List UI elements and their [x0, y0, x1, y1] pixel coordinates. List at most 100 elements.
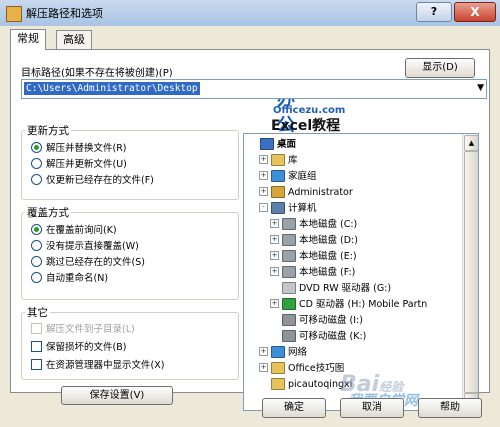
tree-item-label: DVD RW 驱动器 (G:)	[299, 283, 392, 294]
help-button[interactable]: 帮助	[418, 398, 482, 418]
tree-item[interactable]: + 本地磁盘 (E:)	[270, 249, 357, 265]
tree-item-label: 本地磁盘 (E:)	[299, 251, 357, 262]
tree-item[interactable]: 可移动磁盘 (K:)	[270, 329, 366, 345]
removable-drive-icon	[282, 313, 296, 326]
show-button[interactable]: 显示(D)	[405, 58, 475, 78]
radio-extract-update[interactable]: 解压并更新文件(U)	[31, 157, 127, 172]
removable-drive-icon	[282, 329, 296, 342]
option-label: 自动重命名(N)	[46, 273, 109, 284]
tree-item[interactable]: picautoqingxi	[259, 377, 352, 393]
title-bar: 解压路径和选项 ? X	[0, 0, 500, 27]
help-title-button[interactable]: ?	[416, 2, 452, 22]
scroll-thumb[interactable]	[464, 151, 478, 393]
desktop-icon	[260, 137, 274, 150]
tree-item[interactable]: 桌面	[248, 137, 296, 153]
cancel-button[interactable]: 取消	[340, 398, 404, 418]
close-window-button[interactable]: X	[454, 2, 496, 22]
expand-icon[interactable]: +	[259, 363, 268, 372]
scroll-up-icon[interactable]: ▲	[464, 135, 478, 151]
option-label: 在资源管理器中显示文件(X)	[46, 360, 165, 371]
collapse-icon[interactable]: -	[259, 203, 268, 212]
tree-item-label: 桌面	[277, 139, 297, 150]
tree-item-label: 计算机	[288, 203, 317, 214]
tree-item[interactable]: + CD 驱动器 (H:) Mobile Partn	[270, 297, 427, 313]
drive-icon	[282, 217, 296, 230]
general-panel: 办公族 Officezu.com Excel教程 目标路径(如果不存在将被创建)…	[10, 49, 490, 411]
radio-icon	[31, 174, 42, 185]
radio-auto-rename[interactable]: 自动重命名(N)	[31, 271, 108, 286]
window-title: 解压路径和选项	[26, 7, 103, 20]
overwrite-mode-title: 覆盖方式	[25, 205, 71, 220]
radio-extract-replace[interactable]: 解压并替换文件(R)	[31, 141, 127, 156]
save-settings-button[interactable]: 保存设置(V)	[61, 386, 173, 405]
tree-item-label: 网络	[288, 347, 308, 358]
tree-item[interactable]: DVD RW 驱动器 (G:)	[270, 281, 391, 297]
option-label: 仅更新已经存在的文件(F)	[46, 175, 154, 186]
checkbox-icon	[31, 323, 42, 334]
expand-icon[interactable]: +	[259, 155, 268, 164]
expand-icon[interactable]: +	[259, 347, 268, 356]
tree-item[interactable]: - 计算机	[259, 201, 317, 217]
tree-item-label: 本地磁盘 (C:)	[299, 219, 358, 230]
expand-icon[interactable]: +	[270, 235, 279, 244]
drive-icon	[282, 249, 296, 262]
tree-item[interactable]: + 网络	[259, 345, 307, 361]
logo-subtitle: Excel教程	[271, 118, 341, 134]
tree-item-label: Administrator	[288, 187, 353, 198]
tree-item[interactable]: + 本地磁盘 (D:)	[270, 233, 358, 249]
homegroup-icon	[271, 169, 285, 182]
target-path-input[interactable]: C:\Users\Administrator\Desktop ▼	[21, 79, 487, 99]
tree-item[interactable]: 可移动磁盘 (I:)	[270, 313, 363, 329]
tree-item[interactable]: + 本地磁盘 (C:)	[270, 217, 357, 233]
option-label: 跳过已经存在的文件(S)	[46, 257, 145, 268]
folder-tree[interactable]: 桌面 + 库 + 家庭组 + Administrator - 计算机 + 本地磁盘 (C:) + 本地磁…	[243, 133, 479, 411]
checkbox-keep-broken-files[interactable]: 保留损坏的文件(B)	[31, 340, 126, 355]
winrar-app-icon	[6, 6, 22, 22]
tree-item[interactable]: + 本地磁盘 (F:)	[270, 265, 355, 281]
target-path-value: C:\Users\Administrator\Desktop	[24, 82, 200, 95]
radio-icon	[31, 240, 42, 251]
tree-item[interactable]: + Administrator	[259, 185, 353, 201]
user-icon	[271, 185, 285, 198]
tree-item-label: 本地磁盘 (D:)	[299, 235, 358, 246]
dialog-body: 常规 高级 办公族 Officezu.com Excel教程 目标路径(如果不存…	[0, 26, 500, 427]
folder-icon	[271, 153, 285, 166]
tree-item-label: 家庭组	[288, 171, 317, 182]
computer-icon	[271, 201, 285, 214]
radio-overwrite-without-prompt[interactable]: 没有提示直接覆盖(W)	[31, 239, 139, 254]
ok-button[interactable]: 确定	[262, 398, 326, 418]
checkbox-icon	[31, 359, 42, 370]
misc-title: 其它	[25, 305, 50, 320]
tree-scrollbar[interactable]: ▲ ▼	[462, 134, 478, 410]
expand-icon[interactable]: +	[259, 187, 268, 196]
radio-selected-icon	[31, 142, 42, 153]
tree-item[interactable]: + 家庭组	[259, 169, 317, 185]
expand-icon[interactable]: +	[270, 251, 279, 260]
network-icon	[271, 345, 285, 358]
folder-icon	[271, 361, 285, 374]
tab-general[interactable]: 常规	[10, 29, 46, 50]
tree-item-label: Office技巧图	[288, 363, 345, 374]
tree-item[interactable]: + Office技巧图	[259, 361, 344, 377]
tree-item[interactable]: + 库	[259, 153, 298, 169]
expand-icon[interactable]: +	[259, 171, 268, 180]
target-path-label: 目标路径(如果不存在将被创建)(P)	[21, 68, 173, 79]
option-label: 解压文件到子目录(L)	[46, 324, 135, 335]
expand-icon[interactable]: +	[270, 299, 279, 308]
expand-icon[interactable]: +	[270, 219, 279, 228]
folder-icon	[271, 377, 285, 390]
dvd-icon	[282, 281, 296, 294]
checkbox-show-in-explorer[interactable]: 在资源管理器中显示文件(X)	[31, 358, 164, 373]
radio-ask-before-overwrite[interactable]: 在覆盖前询问(K)	[31, 223, 117, 238]
tab-advanced[interactable]: 高级	[56, 30, 92, 49]
option-label: 没有提示直接覆盖(W)	[46, 241, 139, 252]
checkbox-extract-to-subfolder[interactable]: 解压文件到子目录(L)	[31, 322, 135, 337]
option-label: 保留损坏的文件(B)	[46, 342, 127, 353]
radio-icon	[31, 256, 42, 267]
radio-update-existing[interactable]: 仅更新已经存在的文件(F)	[31, 173, 154, 188]
tree-item-label: 可移动磁盘 (I:)	[299, 315, 363, 326]
tree-item-label: 本地磁盘 (F:)	[299, 267, 356, 278]
chevron-down-icon[interactable]: ▼	[477, 83, 484, 93]
expand-icon[interactable]: +	[270, 267, 279, 276]
radio-skip-existing[interactable]: 跳过已经存在的文件(S)	[31, 255, 145, 270]
